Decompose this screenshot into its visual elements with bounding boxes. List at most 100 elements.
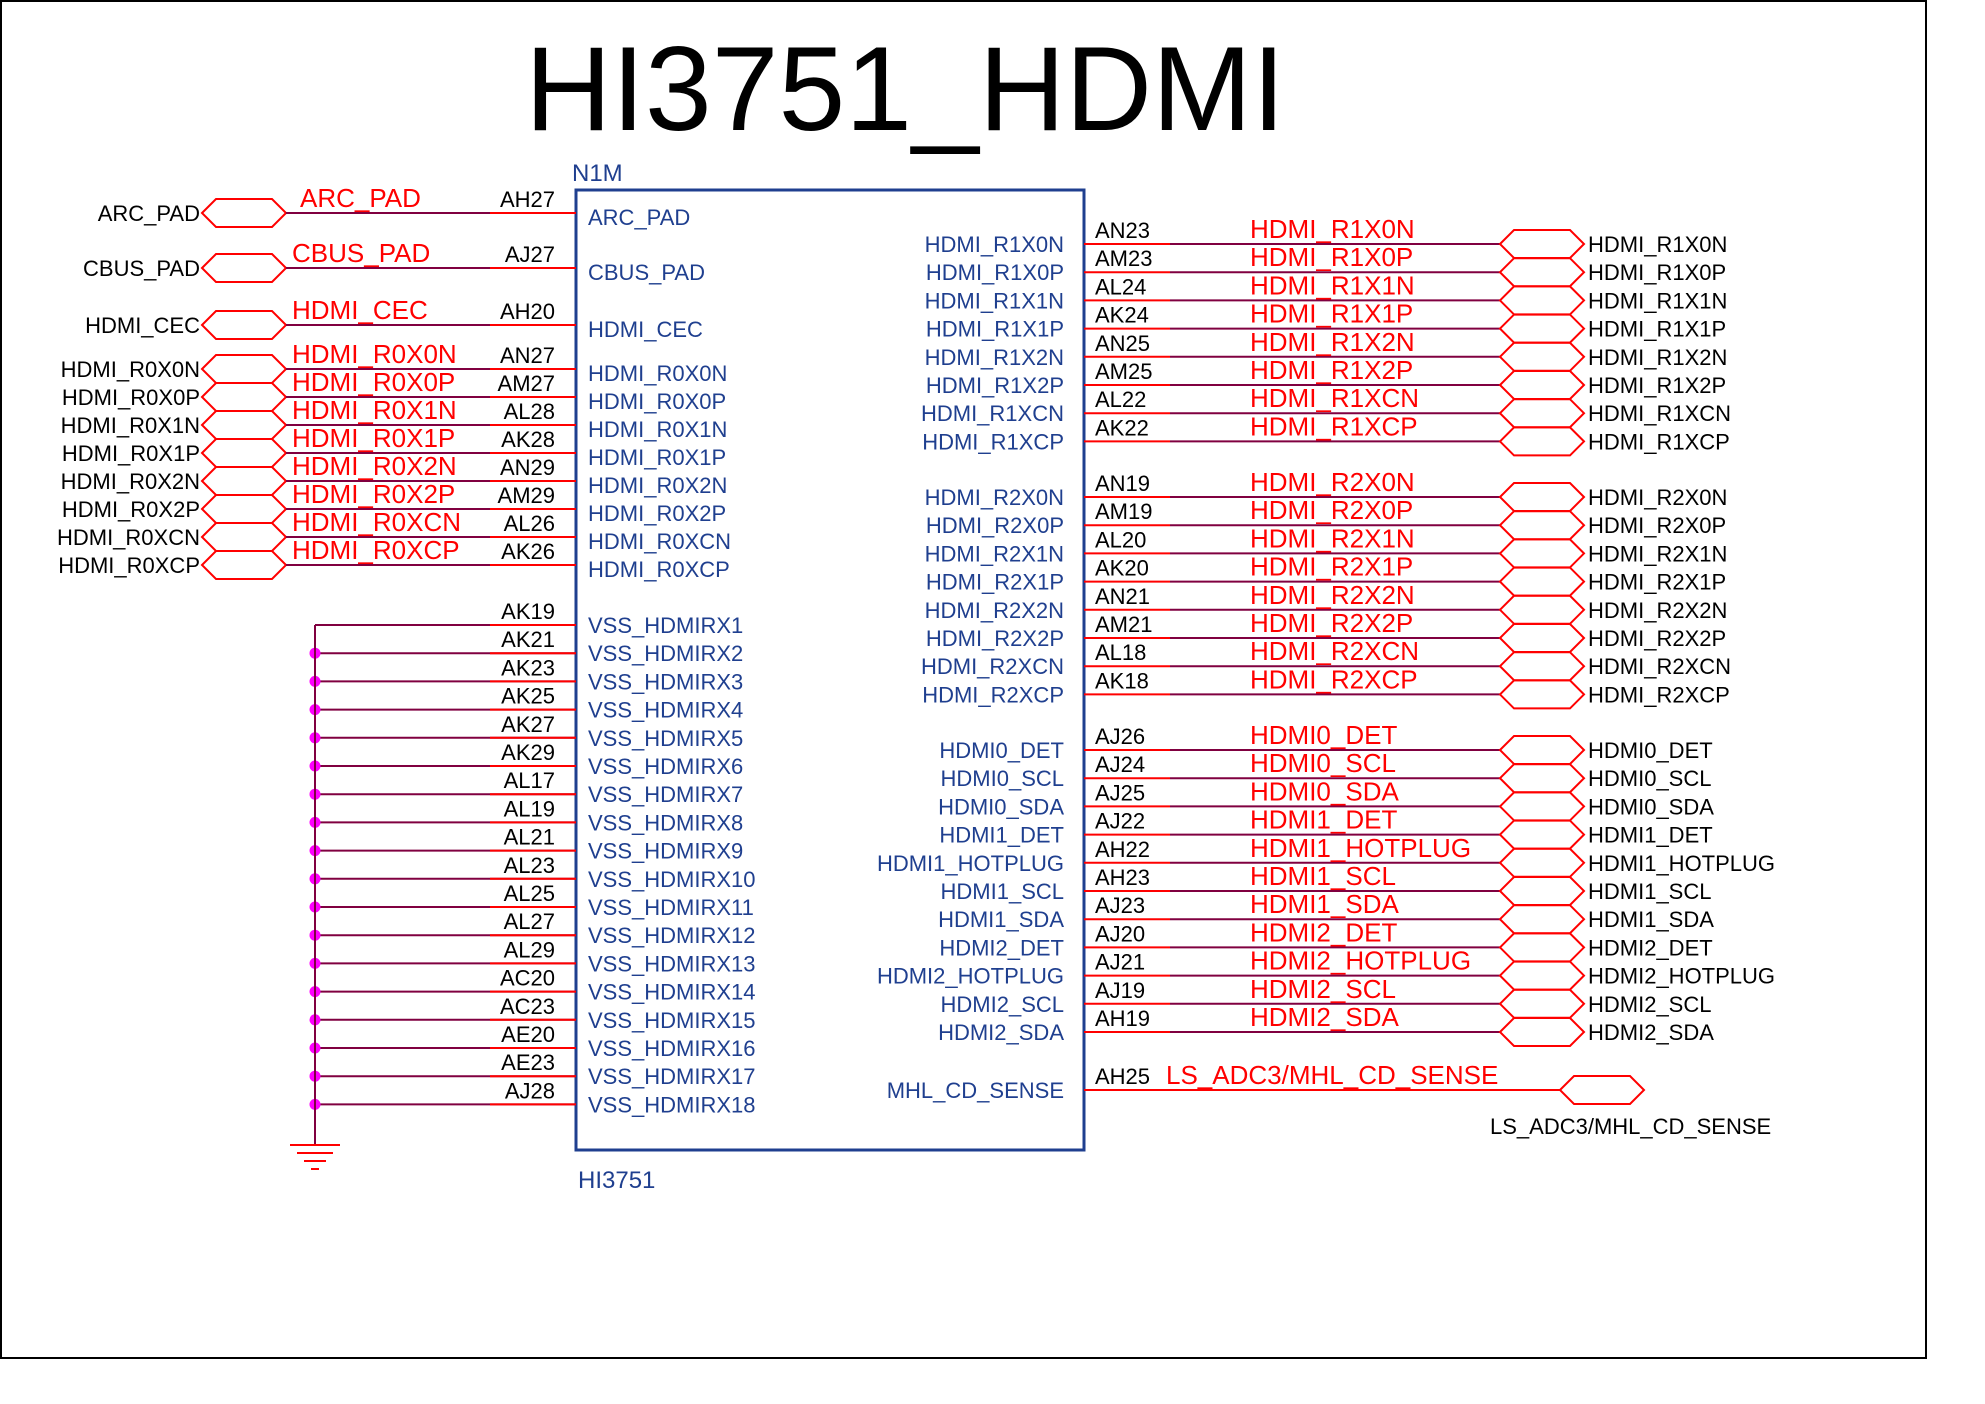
pin-name: HDMI_R2X2N — [925, 598, 1064, 623]
offpage-port-label: HDMI_R0X0N — [61, 357, 200, 382]
net-label: HDMI2_SCL — [1250, 974, 1396, 1004]
pin-name: HDMI_CEC — [588, 317, 703, 342]
net-label: HDMI_R0X2P — [292, 479, 455, 509]
ball-number: AK25 — [501, 684, 555, 709]
offpage-port-symbol — [1498, 988, 1586, 1019]
offpage-port-label: HDMI_R0X1N — [61, 413, 200, 438]
offpage-port-label: HDMI2_SDA — [1588, 1020, 1714, 1045]
ball-number: AM27 — [498, 371, 555, 396]
offpage-port-symbol — [200, 494, 288, 524]
pin-name: HDMI0_DET — [939, 738, 1064, 763]
offpage-port-symbol — [1498, 679, 1586, 710]
ball-number: AL20 — [1095, 527, 1146, 552]
offpage-port-symbol — [200, 198, 288, 228]
pin-name: HDMI2_DET — [939, 935, 1064, 960]
net-label: HDMI0_DET — [1250, 720, 1397, 750]
pin-name: VSS_HDMIRX1 — [588, 613, 743, 638]
net-label: HDMI_R0XCP — [292, 535, 460, 565]
net-label: HDMI_R1X1P — [1250, 299, 1413, 329]
pin-name: HDMI1_HOTPLUG — [877, 851, 1064, 876]
ball-number: AL22 — [1095, 387, 1146, 412]
left-signal-row: CBUS_PAD CBUS_PAD AJ27 CBUS_PAD — [83, 238, 705, 285]
ball-number: AJ28 — [505, 1078, 555, 1103]
offpage-port-symbol — [200, 466, 288, 496]
offpage-port-symbol — [1498, 847, 1586, 878]
ball-number: AM23 — [1095, 246, 1152, 271]
offpage-port-label: HDMI_R1X1N — [1588, 288, 1727, 313]
offpage-port-label: HDMI_R1X2P — [1588, 373, 1726, 398]
offpage-port-symbol — [1498, 482, 1586, 512]
ball-number: AL19 — [504, 796, 555, 821]
offpage-port-symbol — [1498, 876, 1586, 906]
offpage-port-label: HDMI_R2XCN — [1588, 654, 1731, 679]
ball-number: AH22 — [1095, 837, 1150, 862]
ball-number: AN21 — [1095, 584, 1150, 609]
pin-name: HDMI_R2XCN — [921, 654, 1064, 679]
offpage-port-label: HDMI_R2X0P — [1588, 513, 1726, 538]
pin-name: VSS_HDMIRX7 — [588, 782, 743, 807]
ball-number: AL27 — [504, 909, 555, 934]
ball-number: AK26 — [501, 539, 555, 564]
net-label: HDMI_R2XCN — [1250, 636, 1419, 666]
pin-name: VSS_HDMIRX6 — [588, 754, 743, 779]
ball-number: AL24 — [1095, 274, 1146, 299]
pin-name: VSS_HDMIRX18 — [588, 1092, 756, 1117]
offpage-port-label: HDMI_R2XCP — [1588, 682, 1730, 707]
pin-name: HDMI_R1XCP — [922, 429, 1064, 454]
ball-number: AL25 — [504, 881, 555, 906]
net-label: HDMI_R1XCP — [1250, 411, 1418, 441]
net-label: HDMI_R1X0N — [1250, 214, 1415, 244]
ball-number: AL17 — [504, 768, 555, 793]
offpage-port-label: CBUS_PAD — [83, 256, 200, 281]
pin-name: VSS_HDMIRX15 — [588, 1008, 756, 1033]
net-label: HDMI0_SDA — [1250, 776, 1399, 806]
offpage-port-label: HDMI_R1XCP — [1588, 429, 1730, 454]
pin-name: VSS_HDMIRX5 — [588, 726, 743, 751]
pin-name: HDMI_R0XCP — [588, 557, 730, 582]
ball-number: AJ20 — [1095, 921, 1145, 946]
offpage-port-label: HDMI1_DET — [1588, 823, 1713, 848]
part-name: HI3751 — [578, 1167, 655, 1194]
net-label: HDMI_CEC — [292, 295, 428, 325]
pin-name: HDMI_R0XCN — [588, 529, 731, 554]
ball-number: AJ27 — [505, 242, 555, 267]
offpage-port-label: HDMI1_HOTPLUG — [1588, 851, 1775, 876]
net-label: HDMI2_SDA — [1250, 1002, 1399, 1032]
offpage-port-label: HDMI1_SCL — [1588, 879, 1711, 904]
ball-number: AJ21 — [1095, 950, 1145, 975]
pin-name: HDMI_R2XCP — [922, 682, 1064, 707]
pin-name: HDMI1_SDA — [938, 907, 1064, 932]
pin-name: HDMI1_SCL — [941, 879, 1064, 904]
ball-number: AJ24 — [1095, 752, 1145, 777]
net-label: HDMI_R0X1P — [292, 423, 455, 453]
pin-name: HDMI_R1X1N — [925, 288, 1064, 313]
offpage-port-label: HDMI_R0X2N — [61, 469, 200, 494]
offpage-port-label: HDMI0_SDA — [1588, 794, 1714, 819]
ball-number: AJ19 — [1095, 978, 1145, 1003]
net-label: HDMI1_SCL — [1250, 861, 1396, 891]
ball-number: AJ23 — [1095, 893, 1145, 918]
offpage-port-label: ARC_PAD — [98, 201, 200, 226]
ball-number: AN23 — [1095, 218, 1150, 243]
net-label: HDMI2_HOTPLUG — [1250, 946, 1471, 976]
schematic-canvas: HI3751_HDMI N1M HI3751 ARC_PAD ARC_PAD AH2… — [0, 0, 1927, 1359]
ball-number: AJ22 — [1095, 809, 1145, 834]
ball-number: AL28 — [504, 399, 555, 424]
offpage-port-symbol — [1498, 398, 1586, 429]
net-label: HDMI_R2X0P — [1250, 495, 1413, 525]
pin-name: HDMI_R2X2P — [926, 626, 1064, 651]
ball-number: AK28 — [501, 427, 555, 452]
offpage-port-symbol — [1498, 791, 1586, 822]
ball-number: AM21 — [1095, 612, 1152, 637]
offpage-port-symbol — [200, 410, 288, 440]
net-label: HDMI_R2X2P — [1250, 608, 1413, 638]
pin-name: HDMI2_SCL — [941, 992, 1064, 1017]
net-label: HDMI1_HOTPLUG — [1250, 833, 1471, 863]
offpage-port-symbol — [1498, 285, 1586, 316]
ball-number: AL21 — [504, 825, 555, 850]
ball-number: AM19 — [1095, 499, 1152, 524]
pin-name: HDMI_R0X2P — [588, 501, 726, 526]
ball-number: AH27 — [500, 187, 555, 212]
offpage-port-symbol — [1498, 819, 1586, 850]
left-signal-group: ARC_PADARC_PAD AH27ARC_PADCBUS_PADCBUS_PA… — [57, 183, 731, 582]
